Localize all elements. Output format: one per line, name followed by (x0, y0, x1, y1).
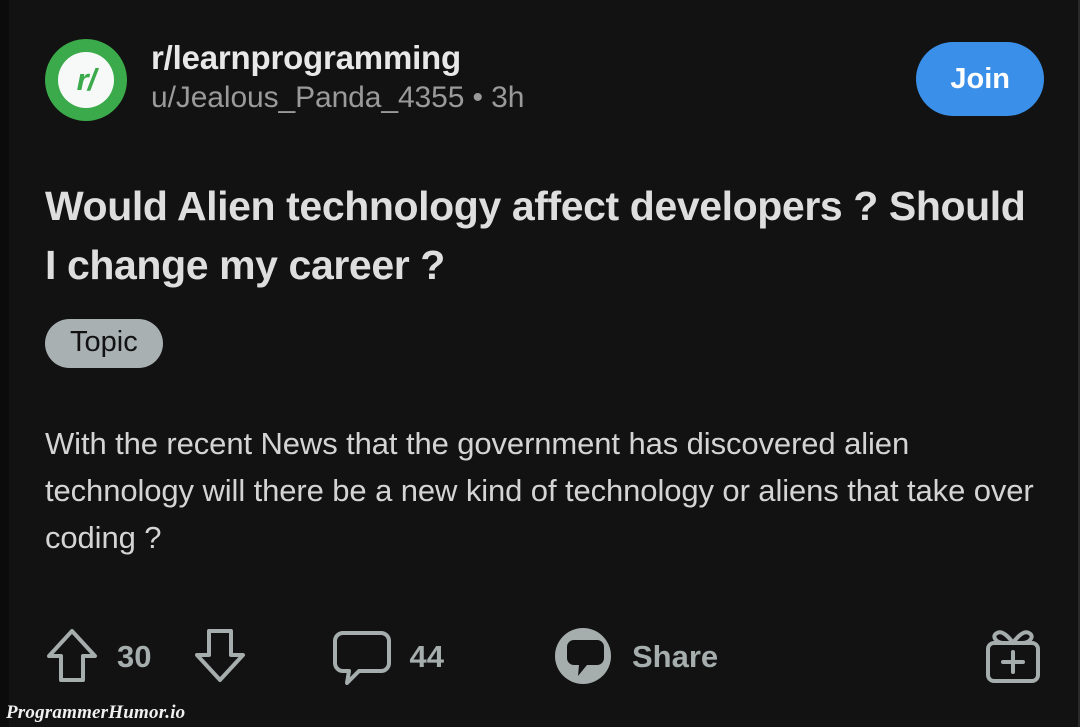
upvote-count: 30 (117, 638, 152, 674)
reddit-snoo-icon: r/ (58, 52, 114, 108)
post-header-text: r/learnprogramming u/Jealous_Panda_4355 … (127, 38, 916, 115)
post-title: Would Alien technology affect developers… (45, 183, 1026, 288)
subreddit-name[interactable]: r/learnprogramming (151, 39, 916, 77)
post-meta: u/Jealous_Panda_4355 • 3h (151, 80, 525, 114)
downvote-button[interactable] (193, 627, 247, 685)
upvote-button[interactable]: 30 (45, 627, 151, 685)
downvote-arrow-icon (193, 627, 247, 685)
join-button[interactable]: Join (916, 42, 1044, 116)
gift-award-icon (982, 627, 1044, 685)
comment-bubble-icon (333, 627, 392, 685)
share-button[interactable]: Share (554, 627, 718, 685)
post-header: r/ r/learnprogramming u/Jealous_Panda_43… (45, 0, 1044, 121)
avatar-label: r/ (76, 61, 97, 97)
post-body: With the recent News that the government… (45, 426, 1034, 556)
share-label: Share (631, 638, 719, 674)
subreddit-avatar[interactable]: r/ (45, 39, 127, 121)
post-flair-badge[interactable]: Topic (45, 319, 163, 369)
reddit-post-card: r/ r/learnprogramming u/Jealous_Panda_43… (0, 0, 1078, 727)
watermark: ProgrammerHumor.io (6, 702, 186, 723)
comment-button[interactable]: 44 (333, 627, 444, 685)
flair-row: Topic (45, 319, 1044, 369)
comment-count: 44 (409, 638, 444, 674)
post-screenshot: r/ r/learnprogramming u/Jealous_Panda_43… (0, 0, 1080, 727)
award-button[interactable] (982, 627, 1044, 685)
post-action-bar: 30 44 Share (45, 625, 1044, 687)
share-icon (554, 627, 612, 685)
upvote-arrow-icon (45, 627, 99, 685)
